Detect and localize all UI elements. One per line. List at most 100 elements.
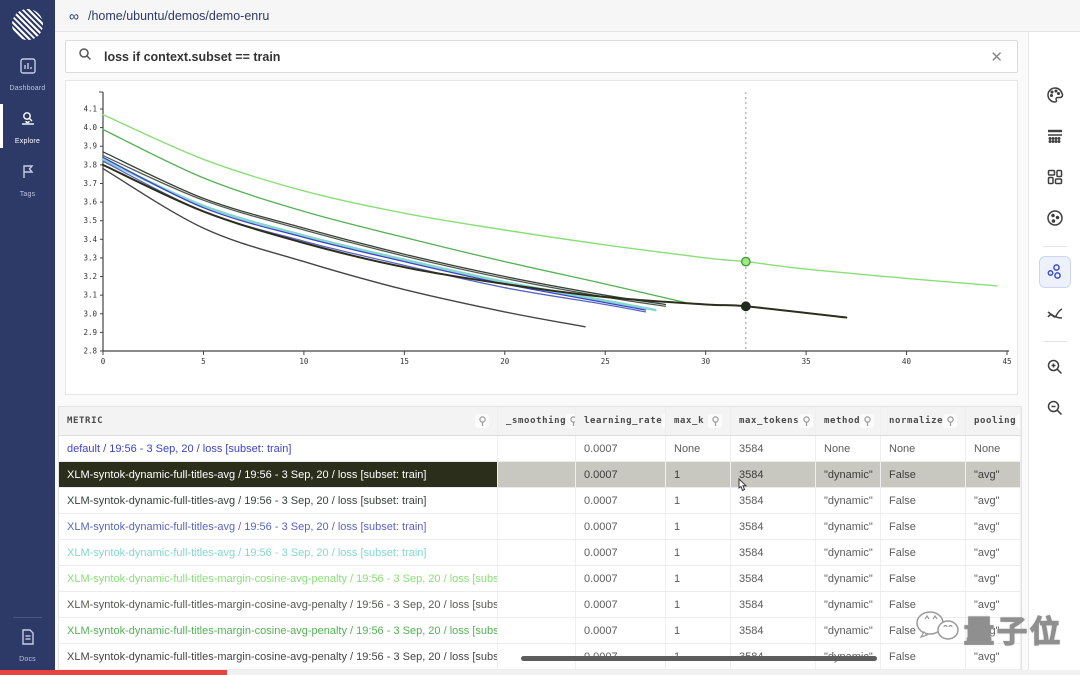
pin-column-icon[interactable]	[943, 414, 957, 428]
table-header-row: METRIC_smoothinglearning_rate max_k max_to…	[59, 407, 1021, 436]
grid-layout-icon[interactable]	[1039, 161, 1071, 193]
pin-column-icon[interactable]	[799, 414, 813, 428]
y-tick-label: 3.1	[83, 291, 97, 300]
column-header-label: normalize	[889, 416, 943, 426]
cell-method: None	[816, 436, 881, 461]
docs-icon	[19, 628, 37, 646]
cell-metric[interactable]: XLM-syntok-dynamic-full-titles-avg / 19:…	[59, 514, 498, 539]
pin-column-icon[interactable]	[475, 414, 489, 428]
cell-metric[interactable]: XLM-syntok-dynamic-full-titles-margin-co…	[59, 566, 498, 591]
column-header-max_k[interactable]: max_k	[666, 407, 731, 435]
column-header-smoothing[interactable]: _smoothing	[498, 407, 576, 435]
top-bar: ∞ /home/ubuntu/demos/demo-enru	[55, 0, 1080, 32]
cell-smoothing	[498, 514, 576, 539]
sidebar-item-tags[interactable]: Tags	[0, 163, 55, 201]
loss-chart-panel: 2.82.93.03.13.23.33.43.53.63.73.83.94.04…	[65, 80, 1018, 395]
cell-learning_rate: 0.0007	[576, 514, 666, 539]
cell-metric[interactable]: XLM-syntok-dynamic-full-titles-margin-co…	[59, 644, 498, 669]
series-line[interactable]	[103, 156, 666, 307]
sidebar-item-dashboard[interactable]: Dashboard	[0, 57, 55, 95]
table-row[interactable]: XLM-syntok-dynamic-full-titles-avg / 19:…	[59, 514, 1021, 540]
cell-max_k: None	[666, 436, 731, 461]
series-line[interactable]	[103, 157, 645, 310]
cell-learning_rate: 0.0007	[576, 592, 666, 617]
breadcrumb[interactable]: /home/ubuntu/demos/demo-enru	[88, 9, 269, 23]
app-window: Dashboard Explore Tags Docs ∞ /home/ubun…	[0, 0, 1080, 675]
cell-pooling: "avg"	[966, 462, 1021, 487]
cell-smoothing	[498, 618, 576, 643]
circle-dots-icon[interactable]	[1039, 202, 1071, 234]
column-header-max_tokens[interactable]: max_tokens	[731, 407, 816, 435]
column-header-metric[interactable]: METRIC	[59, 407, 498, 435]
cell-normalize: False	[881, 488, 966, 513]
column-header-learning_rate[interactable]: learning_rate	[576, 407, 666, 435]
x-tick-label: 40	[902, 357, 912, 366]
cell-metric[interactable]: XLM-syntok-dynamic-full-titles-margin-co…	[59, 618, 498, 643]
cell-learning_rate: 0.0007	[576, 540, 666, 565]
horizontal-scrollbar[interactable]	[521, 656, 877, 661]
video-progress-track[interactable]	[0, 670, 1080, 675]
tracker-point[interactable]	[742, 302, 750, 310]
cell-metric[interactable]: XLM-syntok-dynamic-full-titles-avg / 19:…	[59, 540, 498, 565]
series-line[interactable]	[103, 152, 666, 305]
pin-column-icon[interactable]	[860, 414, 874, 428]
pin-column-icon[interactable]	[1016, 414, 1021, 428]
sidebar-item-explore[interactable]: Explore	[0, 110, 55, 148]
sidebar-item-label: Explore	[15, 138, 40, 145]
table-row[interactable]: XLM-syntok-dynamic-full-titles-margin-co…	[59, 618, 1021, 644]
series-line[interactable]	[103, 165, 846, 318]
cell-metric[interactable]: default / 19:56 - 3 Sep, 20 / loss [subs…	[59, 436, 498, 461]
close-icon[interactable]: ✕	[990, 48, 1003, 66]
query-search-bar: loss if context.subset == train ✕	[65, 40, 1018, 73]
tracker-point[interactable]	[742, 257, 750, 265]
y-tick-label: 3.7	[83, 179, 97, 188]
series-line[interactable]	[103, 159, 655, 310]
table-row[interactable]: default / 19:56 - 3 Sep, 20 / loss [subs…	[59, 436, 1021, 462]
sidebar-item-docs[interactable]: Docs	[0, 628, 55, 666]
x-tick-label: 25	[601, 357, 610, 366]
zoom-out-icon[interactable]	[1039, 392, 1071, 424]
app-logo-icon[interactable]	[12, 9, 43, 40]
table-row[interactable]: XLM-syntok-dynamic-full-titles-avg / 19:…	[59, 488, 1021, 514]
cell-method: "dynamic"	[816, 566, 881, 591]
y-tick-label: 2.9	[83, 328, 97, 337]
search-query-input[interactable]: loss if context.subset == train	[104, 50, 990, 64]
column-header-normalize[interactable]: normalize	[881, 407, 966, 435]
loss-chart[interactable]: 2.82.93.03.13.23.33.43.53.63.73.83.94.04…	[66, 81, 1017, 394]
cell-smoothing	[498, 462, 576, 487]
right-toolbar	[1028, 32, 1080, 675]
y-tick-label: 3.9	[83, 142, 97, 151]
cell-smoothing	[498, 488, 576, 513]
table-row[interactable]: XLM-syntok-dynamic-full-titles-margin-co…	[59, 566, 1021, 592]
cell-max_k: 1	[666, 618, 731, 643]
column-header-method[interactable]: method	[816, 407, 881, 435]
table-rows-icon[interactable]	[1039, 120, 1071, 152]
trend-lines-icon[interactable]	[1039, 298, 1071, 330]
cell-metric[interactable]: XLM-syntok-dynamic-full-titles-avg / 19:…	[59, 462, 498, 487]
series-line[interactable]	[103, 129, 686, 302]
x-tick-label: 35	[802, 357, 811, 366]
pin-column-icon[interactable]	[708, 414, 722, 428]
cell-max_k: 1	[666, 540, 731, 565]
cell-max_k: 1	[666, 592, 731, 617]
y-tick-label: 3.5	[83, 216, 97, 225]
link-icon: ∞	[69, 9, 79, 23]
column-header-label: max_k	[674, 416, 704, 426]
x-tick-label: 10	[299, 357, 309, 366]
table-row[interactable]: XLM-syntok-dynamic-full-titles-avg / 19:…	[59, 540, 1021, 566]
column-header-pooling[interactable]: pooling	[966, 407, 1021, 435]
cell-max_k: 1	[666, 566, 731, 591]
table-row[interactable]: XLM-syntok-dynamic-full-titles-margin-co…	[59, 592, 1021, 618]
x-tick-label: 30	[701, 357, 711, 366]
pin-column-icon[interactable]	[566, 414, 576, 428]
cell-metric[interactable]: XLM-syntok-dynamic-full-titles-avg / 19:…	[59, 488, 498, 513]
cell-max_tokens: 3584	[731, 592, 816, 617]
zoom-in-icon[interactable]	[1039, 351, 1071, 383]
table-row[interactable]: XLM-syntok-dynamic-full-titles-avg / 19:…	[59, 462, 1021, 488]
cell-metric[interactable]: XLM-syntok-dynamic-full-titles-margin-co…	[59, 592, 498, 617]
palette-icon[interactable]	[1039, 79, 1071, 111]
scatter-bubbles-icon[interactable]	[1039, 256, 1071, 288]
series-line[interactable]	[103, 115, 997, 286]
cell-max_k: 1	[666, 488, 731, 513]
cell-learning_rate: 0.0007	[576, 462, 666, 487]
